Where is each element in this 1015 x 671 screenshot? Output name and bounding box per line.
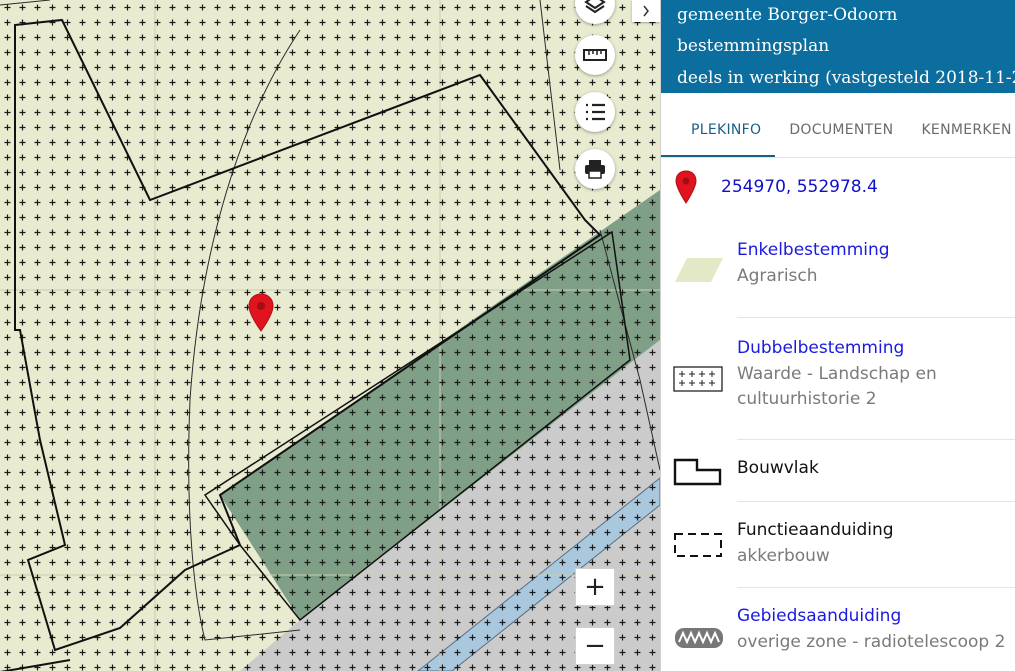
legend-title-gebiedsaanduiding[interactable]: Gebiedsaanduiding (737, 606, 901, 626)
map-view[interactable]: + − (0, 0, 660, 671)
divider (737, 439, 1015, 440)
legend-subtitle-gebiedsaanduiding: overige zone - radiotelescoop 2 (737, 632, 1006, 652)
tab-kenmerken[interactable]: KENMERKEN (907, 117, 1015, 157)
zigzag-pattern-icon (675, 628, 723, 648)
zoom-out-button[interactable]: − (575, 627, 615, 665)
legend-item-dubbelbestemming: Dubbelbestemming Waarde - Landschap en c… (661, 336, 1015, 436)
tab-documenten[interactable]: DOCUMENTEN (775, 117, 907, 157)
legend-item-functieaanduiding: Functieaanduiding akkerbouw (661, 518, 1015, 584)
coordinates-text: 254970, 552978.4 (721, 177, 878, 197)
legend-title-functieaanduiding: Functieaanduiding (737, 520, 894, 540)
zoom-in-button[interactable]: + (575, 568, 615, 606)
legend-title-enkelbestemming[interactable]: Enkelbestemming (737, 240, 890, 260)
tab-bar: PLEKINFO DOCUMENTEN KENMERKEN (661, 93, 1015, 158)
divider (737, 317, 1015, 318)
plan-type: bestemmingsplan (677, 36, 830, 56)
plan-status: deels in werking (vastgesteld 2018-11-29… (677, 68, 1015, 88)
dashed-rectangle-icon (674, 533, 722, 557)
divider (737, 587, 1015, 588)
building-outline-icon (673, 458, 722, 486)
plan-header: gemeente Borger-Odoorn bestemmingsplan d… (661, 0, 1015, 93)
info-panel: gemeente Borger-Odoorn bestemmingsplan d… (660, 0, 1015, 671)
layers-icon (584, 0, 606, 14)
ruler-icon (583, 49, 607, 61)
legend-item-bouwvlak: Bouwvlak (661, 456, 1015, 500)
chevron-right-icon (643, 5, 649, 17)
legend-title-bouwvlak: Bouwvlak (737, 458, 819, 478)
measure-button[interactable] (575, 35, 615, 75)
legend-subtitle-dubbelbestemming: Waarde - Landschap en cultuurhistorie 2 (737, 364, 937, 409)
municipality-name: gemeente Borger-Odoorn (677, 5, 898, 25)
map-canvas[interactable] (0, 0, 660, 671)
tab-plekinfo[interactable]: PLEKINFO (661, 117, 776, 157)
crosses-pattern-icon (673, 366, 723, 392)
print-button[interactable] (575, 149, 615, 189)
legend-title-dubbelbestemming[interactable]: Dubbelbestemming (737, 338, 904, 358)
legend-subtitle-functieaanduiding: akkerbouw (737, 546, 830, 566)
map-pin-icon (675, 170, 697, 204)
location-row: 254970, 552978.4 (675, 170, 878, 204)
divider (737, 501, 1015, 502)
legend-list-icon (586, 103, 605, 121)
printer-icon (585, 160, 605, 179)
location-marker-icon (248, 293, 274, 332)
legend-button[interactable] (575, 92, 615, 132)
crosses-overlay (0, 0, 660, 671)
legend-item-enkelbestemming: Enkelbestemming Agrarisch (661, 238, 1015, 318)
legend-subtitle-enkelbestemming: Agrarisch (737, 266, 818, 286)
parallelogram-swatch-icon (675, 258, 723, 282)
collapse-panel-button[interactable] (632, 0, 660, 22)
legend-item-gebiedsaanduiding: Gebiedsaanduiding overige zone - radiote… (661, 604, 1015, 670)
